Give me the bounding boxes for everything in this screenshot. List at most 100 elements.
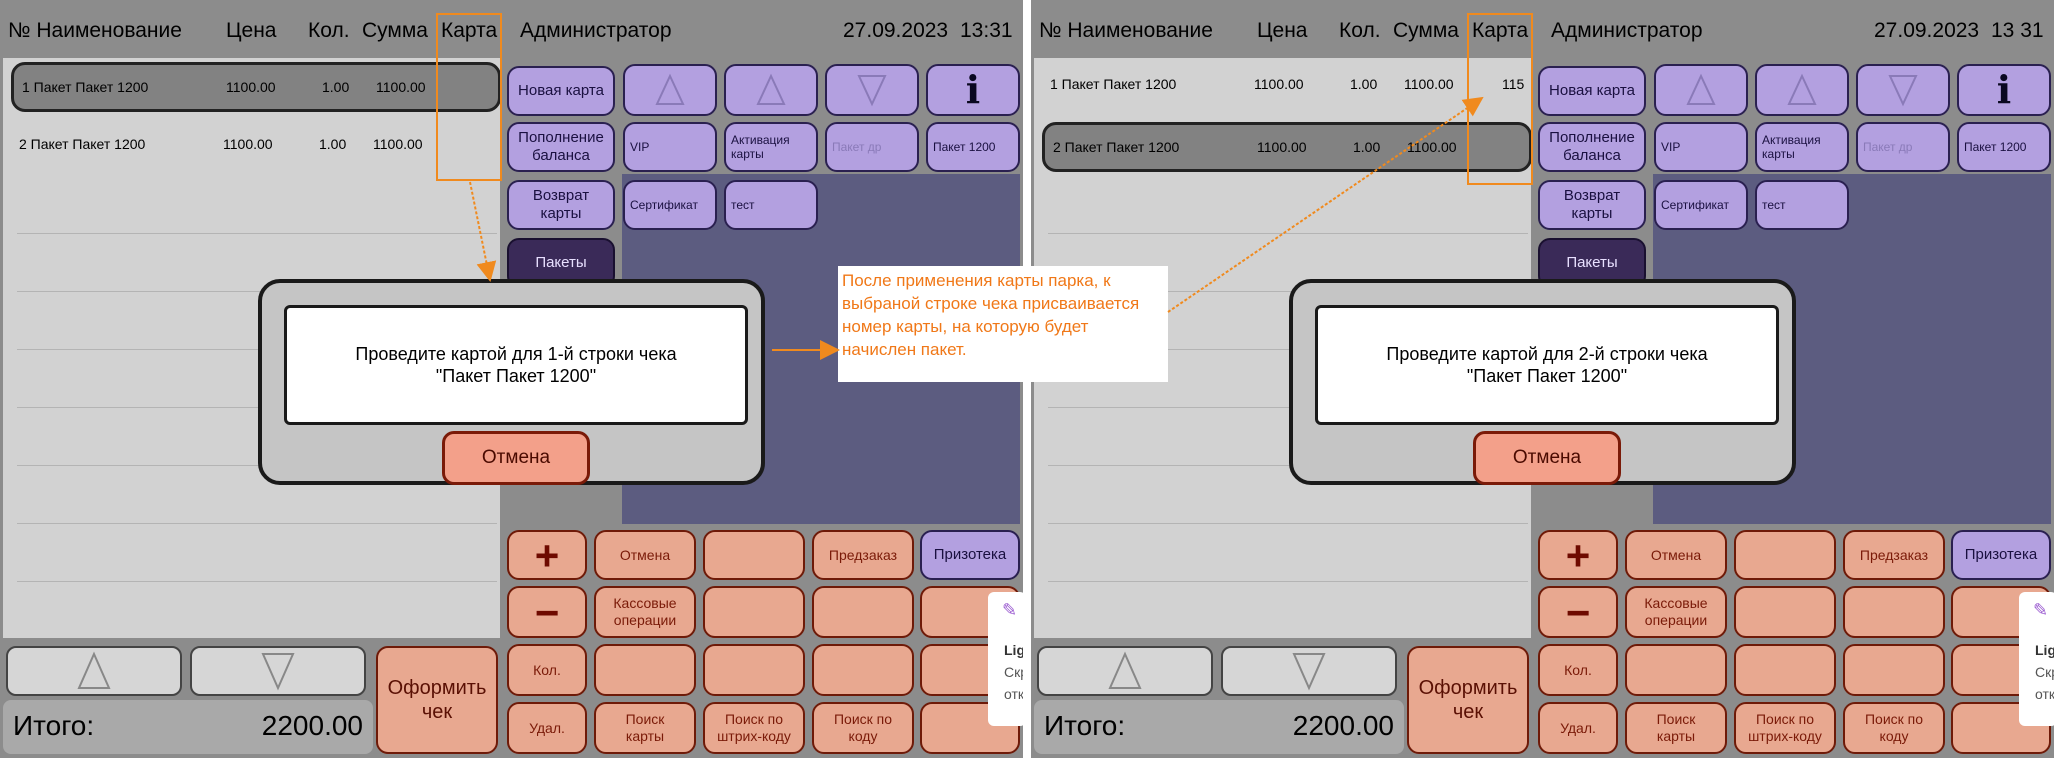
- cancel-item-button[interactable]: Отмена: [1625, 530, 1727, 580]
- vip-label: VIP: [1661, 140, 1681, 154]
- info-button[interactable]: i: [1957, 64, 2051, 116]
- package-other-button[interactable]: Пакет др: [1856, 122, 1950, 172]
- search-code-button[interactable]: Поиск по коду: [812, 702, 914, 754]
- blank-button-2[interactable]: [703, 586, 805, 638]
- package-other-button[interactable]: Пакет др: [825, 122, 919, 172]
- notification-popup[interactable]: ✎ Lig Скр отк: [2019, 592, 2054, 726]
- arrow-up-alt-button[interactable]: [1755, 64, 1849, 116]
- plus-button[interactable]: +: [507, 530, 587, 580]
- delete-button[interactable]: Удал.: [507, 702, 587, 754]
- cash-operations-button[interactable]: Кассовые операции: [594, 586, 696, 638]
- arrow-down-button[interactable]: [1856, 64, 1950, 116]
- row-name: 2 Пакет Пакет 1200: [1053, 139, 1180, 155]
- blank-button-5[interactable]: [1625, 644, 1727, 696]
- checkout-button[interactable]: Оформить чек: [1407, 646, 1529, 754]
- dialog-cancel-button[interactable]: Отмена: [442, 431, 590, 485]
- return-card-button[interactable]: Возврат карты: [1538, 180, 1646, 230]
- pos-screen-right: № Наименование Цена Кол. Сумма Карта Адм…: [1031, 0, 2054, 758]
- activate-card-button[interactable]: Активация карты: [724, 122, 818, 172]
- dialog-message: Проведите картой для 1-й строки чека "Па…: [284, 305, 748, 425]
- blank-button-5[interactable]: [594, 644, 696, 696]
- quantity-button[interactable]: Кол.: [507, 644, 587, 696]
- vip-button[interactable]: VIP: [1654, 122, 1748, 172]
- header-date: 27.09.2023: [1874, 19, 1980, 42]
- info-button[interactable]: i: [926, 64, 1020, 116]
- package-1200-button[interactable]: Пакет 1200: [1957, 122, 2051, 172]
- cancel-item-button[interactable]: Отмена: [594, 530, 696, 580]
- blank-button-3[interactable]: [1843, 586, 1945, 638]
- dialog-cancel-button[interactable]: Отмена: [1473, 431, 1621, 485]
- arrow-up-button[interactable]: [1654, 64, 1748, 116]
- popup-line-2: отк: [1004, 686, 1023, 702]
- arrow-up-alt-button[interactable]: [724, 64, 818, 116]
- triangle-up-icon: [77, 651, 111, 689]
- total-value: 2200.00: [1292, 710, 1394, 741]
- new-card-button[interactable]: Новая карта: [507, 66, 615, 116]
- col-header-price: Цена: [1257, 19, 1308, 42]
- test-button[interactable]: тест: [1755, 180, 1849, 230]
- search-card-button[interactable]: Поиск карты: [594, 702, 696, 754]
- arrow-down-button[interactable]: [825, 64, 919, 116]
- total-label: Итого:: [1044, 710, 1126, 741]
- blank-button-1[interactable]: [703, 530, 805, 580]
- package-1200-button[interactable]: Пакет 1200: [926, 122, 1020, 172]
- col-header-qty: Кол.: [308, 19, 350, 42]
- scroll-up-button[interactable]: [6, 646, 182, 696]
- operator-name: Администратор: [1551, 19, 1703, 42]
- new-card-button[interactable]: Новая карта: [1538, 66, 1646, 116]
- blank-button-6[interactable]: [703, 644, 805, 696]
- arrow-up-button[interactable]: [623, 64, 717, 116]
- topup-balance-button[interactable]: Пополнение баланса: [507, 122, 615, 172]
- arrow-up-icon: [1686, 73, 1716, 105]
- row-sum: 1100.00: [376, 79, 426, 95]
- checkout-button[interactable]: Оформить чек: [376, 646, 498, 754]
- search-card-button[interactable]: Поиск карты: [1625, 702, 1727, 754]
- quantity-button[interactable]: Кол.: [1538, 644, 1618, 696]
- blank-button-3[interactable]: [812, 586, 914, 638]
- certificate-button[interactable]: Сертификат: [1654, 180, 1748, 230]
- blank-button-6[interactable]: [1734, 644, 1836, 696]
- row-price: 1100.00: [1257, 139, 1307, 155]
- search-barcode-button[interactable]: Поиск по штрих-коду: [703, 702, 805, 754]
- pen-icon: ✎: [1002, 600, 1018, 620]
- preorder-button[interactable]: Предзаказ: [1843, 530, 1945, 580]
- search-barcode-button[interactable]: Поиск по штрих-коду: [1734, 702, 1836, 754]
- topup-balance-button[interactable]: Пополнение баланса: [1538, 122, 1646, 172]
- info-icon: i: [965, 67, 981, 112]
- test-button[interactable]: тест: [724, 180, 818, 230]
- header-time: 13 31: [1991, 19, 2044, 42]
- vip-button[interactable]: VIP: [623, 122, 717, 172]
- blank-button-7[interactable]: [812, 644, 914, 696]
- row-price: 1100.00: [223, 136, 273, 152]
- prizoteka-button[interactable]: Призотека: [920, 530, 1020, 580]
- minus-button[interactable]: −: [1538, 586, 1618, 638]
- activate-card-button[interactable]: Активация карты: [1755, 122, 1849, 172]
- return-card-button[interactable]: Возврат карты: [507, 180, 615, 230]
- prizoteka-button[interactable]: Призотека: [1951, 530, 2051, 580]
- arrow-up-icon: [1787, 73, 1817, 105]
- search-code-button[interactable]: Поиск по коду: [1843, 702, 1945, 754]
- popup-title: Lig: [1004, 642, 1023, 658]
- popup-line-1: Скр: [2035, 664, 2054, 680]
- blank-button-7[interactable]: [1843, 644, 1945, 696]
- receipt-row-2[interactable]: 2 Пакет Пакет 1200 1100.00 1.00 1100.00: [1042, 122, 1532, 172]
- plus-button[interactable]: +: [1538, 530, 1618, 580]
- delete-button[interactable]: Удал.: [1538, 702, 1618, 754]
- row-name: 1 Пакет Пакет 1200: [1050, 76, 1177, 92]
- certificate-button[interactable]: Сертификат: [623, 180, 717, 230]
- receipt-row-1[interactable]: 1 Пакет Пакет 1200 1100.00 1.00 1100.00: [11, 62, 501, 112]
- scroll-up-button[interactable]: [1037, 646, 1213, 696]
- receipt-row-2[interactable]: 2 Пакет Пакет 1200 1100.00 1.00 1100.00: [11, 122, 501, 172]
- notification-popup[interactable]: ✎ Lig Скр отк: [988, 592, 1023, 726]
- row-sum: 1100.00: [1407, 139, 1457, 155]
- preorder-button[interactable]: Предзаказ: [812, 530, 914, 580]
- blank-button-2[interactable]: [1734, 586, 1836, 638]
- blank-button-1[interactable]: [1734, 530, 1836, 580]
- arrow-down-icon: [1888, 75, 1918, 107]
- minus-button[interactable]: −: [507, 586, 587, 638]
- total-bar: Итого: 2200.00: [3, 700, 373, 754]
- receipt-row-1[interactable]: 1 Пакет Пакет 1200 1100.00 1.00 1100.00 …: [1042, 62, 1532, 112]
- scroll-down-button[interactable]: [1221, 646, 1397, 696]
- scroll-down-button[interactable]: [190, 646, 366, 696]
- cash-operations-button[interactable]: Кассовые операции: [1625, 586, 1727, 638]
